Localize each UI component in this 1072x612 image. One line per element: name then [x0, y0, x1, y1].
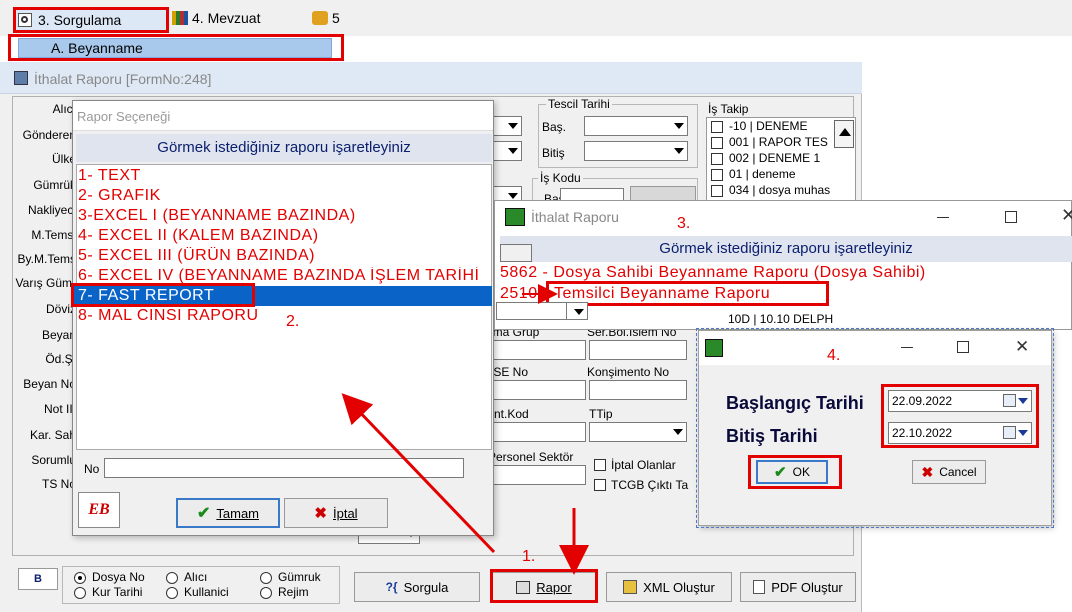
- annotation-arrows: [341, 284, 589, 575]
- arrow-to-fast-report: [341, 393, 496, 554]
- annotation-1: 1.: [522, 548, 536, 565]
